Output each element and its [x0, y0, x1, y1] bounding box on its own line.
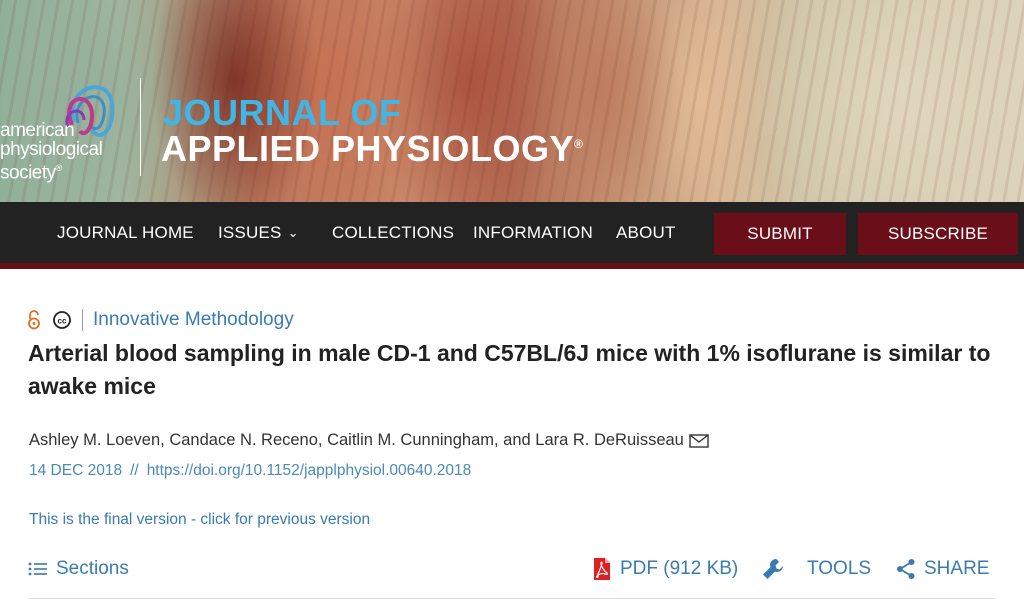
- open-access-icon: [28, 310, 40, 330]
- chevron-down-icon: ⌄: [287, 225, 299, 240]
- wrench-icon: [763, 559, 783, 579]
- list-icon: [28, 562, 47, 576]
- svg-text:cc: cc: [58, 317, 67, 326]
- nav-journal-home[interactable]: JOURNAL HOME: [57, 202, 194, 263]
- nav-issues[interactable]: ISSUES ⌄: [218, 202, 299, 263]
- publication-info: 14 DEC 2018 // https://doi.org/10.1152/jap…: [29, 462, 471, 480]
- sections-button[interactable]: Sections: [28, 557, 129, 581]
- logo-divider: [140, 78, 141, 176]
- submit-button[interactable]: SUBMIT: [714, 213, 846, 255]
- nav-about[interactable]: ABOUT: [616, 202, 676, 263]
- date-separator: //: [130, 462, 139, 479]
- publication-date: 14 DEC 2018: [29, 462, 123, 479]
- journal-banner: american physiological society® JOURNAL …: [0, 0, 1024, 202]
- nav-information[interactable]: INFORMATION: [473, 202, 593, 263]
- toolbar-divider: [28, 598, 996, 599]
- pdf-button[interactable]: PDF (912 KB): [592, 557, 738, 581]
- tools-button[interactable]: TOOLS: [761, 557, 871, 581]
- previous-version-link[interactable]: This is the final version - click for pr…: [29, 511, 370, 529]
- journal-title-line2[interactable]: APPLIED PHYSIOLOGY®: [161, 125, 583, 168]
- meta-divider: [82, 309, 83, 331]
- sections-label: Sections: [56, 558, 129, 579]
- doi-link[interactable]: https://doi.org/10.1152/japplphysiol.006…: [147, 462, 472, 479]
- nav-accent-line: [0, 263, 1024, 269]
- society-name-line: american: [0, 120, 75, 141]
- share-label: SHARE: [924, 558, 990, 579]
- article-authors: Ashley M. Loeven, Candace N. Receno, Cai…: [29, 431, 709, 450]
- pdf-label: PDF (912 KB): [620, 558, 739, 579]
- subscribe-button[interactable]: SUBSCRIBE: [858, 213, 1018, 255]
- share-button[interactable]: SHARE: [896, 557, 989, 581]
- article-category[interactable]: Innovative Methodology: [93, 309, 294, 331]
- authors-list[interactable]: Ashley M. Loeven, Candace N. Receno, Cai…: [29, 431, 684, 450]
- society-name[interactable]: american physiological society®: [0, 120, 103, 184]
- mail-icon[interactable]: [689, 433, 709, 449]
- article-meta-row: cc Innovative Methodology: [26, 308, 294, 332]
- society-name-line: physiological: [0, 139, 103, 160]
- society-name-line: society®: [0, 162, 62, 184]
- pdf-icon: [594, 558, 610, 580]
- share-icon: [897, 559, 915, 579]
- article-title: Arterial blood sampling in male CD-1 and…: [28, 340, 991, 399]
- nav-collections[interactable]: COLLECTIONS: [332, 202, 454, 263]
- tools-label: TOOLS: [807, 558, 872, 579]
- creative-commons-icon: cc: [53, 311, 71, 329]
- main-nav: JOURNAL HOME ISSUES ⌄ COLLECTIONS INFORMA…: [0, 202, 1024, 263]
